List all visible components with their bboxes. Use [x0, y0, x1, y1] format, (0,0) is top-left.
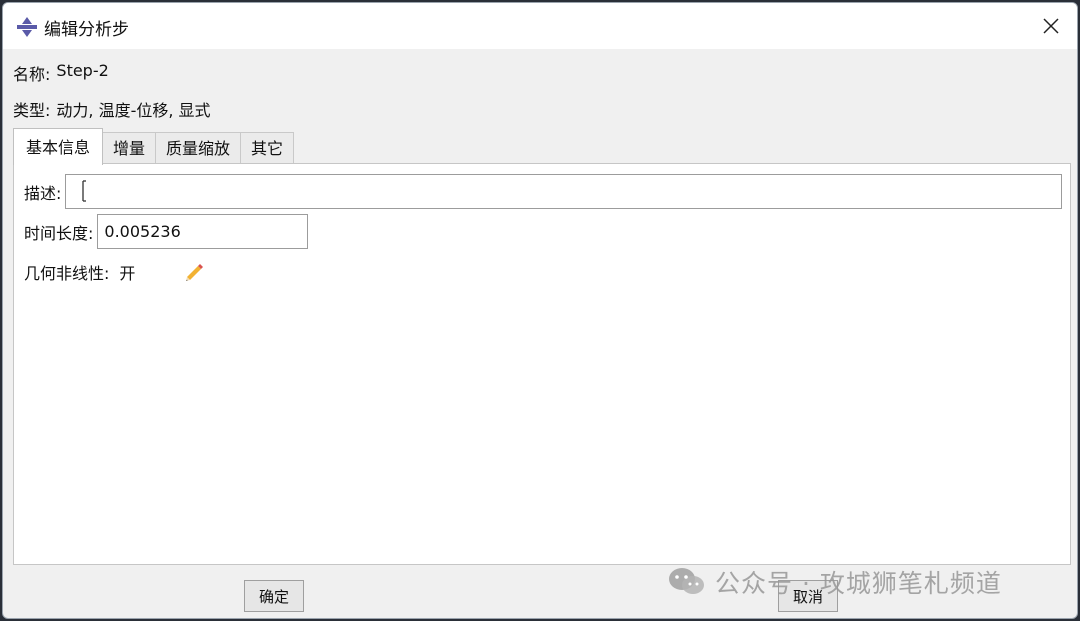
abaqus-logo-icon: [17, 17, 37, 37]
time-period-row: 时间长度:: [24, 214, 309, 249]
tab-incrementation[interactable]: 增量: [102, 132, 157, 167]
edit-nlgeom-button[interactable]: [183, 261, 205, 283]
basic-info-panel: 描述: 时间长度: 几何非线性: 开: [13, 163, 1071, 565]
watermark: 公众号 · 攻城狮笔札频道: [667, 564, 1002, 600]
tab-mass-scaling[interactable]: 质量缩放: [155, 132, 242, 167]
nlgeom-label: 几何非线性:: [24, 264, 110, 283]
tab-bar: 基本信息 增量 质量缩放 其它: [13, 128, 295, 167]
tab-other[interactable]: 其它: [240, 132, 295, 167]
step-name-value: Step-2: [56, 61, 109, 80]
time-period-input[interactable]: [97, 214, 309, 249]
close-icon: [1043, 18, 1059, 34]
step-type-label: 类型:: [13, 101, 51, 120]
description-input[interactable]: [65, 174, 1063, 209]
ok-button[interactable]: 确定: [244, 580, 304, 612]
tab-basic-info[interactable]: 基本信息: [13, 128, 104, 165]
step-type-row: 类型: 动力, 温度-位移, 显式: [13, 97, 211, 121]
pencil-icon: [186, 264, 204, 281]
step-type-value: 动力, 温度-位移, 显式: [56, 101, 211, 120]
edit-step-dialog: 编辑分析步 名称: Step-2 类型: 动力, 温度-位移, 显式 基本信息 …: [2, 2, 1078, 619]
step-name-row: 名称: Step-2: [13, 61, 109, 85]
wechat-icon: [669, 568, 704, 594]
nlgeom-value: 开: [119, 264, 136, 283]
time-period-label: 时间长度:: [24, 223, 94, 243]
nlgeom-row: 几何非线性: 开: [24, 260, 205, 284]
description-label: 描述:: [24, 183, 62, 203]
watermark-text: 公众号 · 攻城狮笔札频道: [715, 569, 1002, 598]
dialog-title: 编辑分析步: [44, 20, 129, 40]
step-name-label: 名称:: [13, 65, 51, 84]
title-bar: 编辑分析步: [3, 3, 1077, 49]
description-row: 描述:: [24, 174, 1063, 209]
close-button[interactable]: [1033, 9, 1069, 43]
